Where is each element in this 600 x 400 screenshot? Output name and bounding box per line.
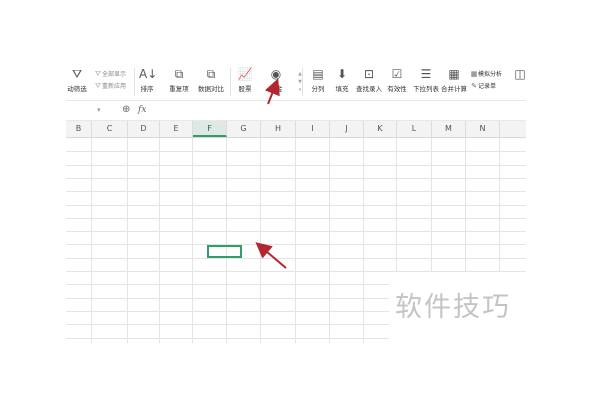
grid-column-line: [226, 138, 227, 343]
data-compare-button[interactable]: ⧉ 数据对比: [194, 64, 228, 100]
grid-row-line: [66, 298, 389, 299]
zoom-icon[interactable]: ⊕: [122, 104, 130, 115]
grid-row-line: [66, 205, 526, 206]
fund-button[interactable]: ◉ 基金: [264, 64, 288, 100]
formula-bar: ▾ ⊕ fx: [66, 104, 526, 121]
dropdown-list-icon: ☰: [420, 67, 432, 81]
grid-column-line: [159, 138, 160, 343]
filter-icon: ⛛: [71, 67, 83, 81]
grid-row-line: [66, 231, 526, 232]
grid-column-line: [192, 138, 193, 343]
simulation-analysis-button[interactable]: ▦模拟分析: [470, 69, 502, 80]
grid-column-line: [363, 138, 364, 343]
grid-row-line: [66, 271, 526, 272]
grid-row-line: [66, 311, 389, 312]
simulation-icon: ▦: [470, 70, 478, 78]
compare-icon: ⧉: [206, 67, 216, 81]
column-header-c[interactable]: C: [92, 121, 128, 137]
watermark: 软件技巧: [395, 292, 511, 323]
grid-row-line: [66, 258, 526, 259]
validity-button[interactable]: ☑ 有效性: [384, 64, 410, 100]
refresh-filter-icon: ⛛: [95, 82, 101, 90]
consolidate-button[interactable]: ▦ 合并计算: [440, 64, 468, 100]
fill-icon: ⬇: [336, 67, 348, 81]
grid-row-line: [66, 284, 389, 285]
column-header-d[interactable]: D: [128, 121, 160, 137]
column-header-g[interactable]: G: [227, 121, 261, 137]
column-header-j[interactable]: J: [330, 121, 364, 137]
record-form-button[interactable]: ✎记录单: [470, 81, 496, 92]
column-header-l[interactable]: L: [397, 121, 432, 137]
grid-row-line: [66, 324, 389, 325]
lookup-entry-button[interactable]: ⊡ 查找录入: [354, 64, 384, 100]
filter-clear-icon: ⛛: [95, 70, 101, 78]
column-header-k[interactable]: K: [364, 121, 397, 137]
ribbon-separator: [230, 68, 231, 96]
record-icon: ✎: [471, 82, 477, 90]
ribbon-divider: [66, 100, 526, 101]
grid-column-line: [91, 138, 92, 343]
fill-button[interactable]: ⬇ 填充: [330, 64, 354, 100]
dropdown-list-button[interactable]: ☰ 下拉列表: [412, 64, 440, 100]
grid-row-line: [66, 165, 526, 166]
grid-row-line: [66, 178, 526, 179]
show-all-button[interactable]: ⛛全部显示: [94, 69, 126, 80]
column-header-m[interactable]: M: [432, 121, 466, 137]
duplicates-button[interactable]: ⧉ 重复项: [164, 64, 194, 100]
stock-button[interactable]: 📈 股票: [232, 64, 258, 100]
reapply-button[interactable]: ⛛重新应用: [94, 81, 126, 92]
duplicates-icon: ⧉: [174, 67, 184, 81]
column-header-f[interactable]: F: [193, 121, 227, 137]
grid-row-line: [66, 151, 526, 152]
column-header-h[interactable]: H: [261, 121, 296, 137]
grid-row-line: [66, 338, 389, 339]
fund-icon: ◉: [270, 67, 282, 81]
function-icon[interactable]: fx: [138, 105, 146, 115]
grid-row-line: [66, 244, 526, 245]
grid-column-line: [127, 138, 128, 343]
split-icon: ▤: [312, 67, 324, 81]
validity-icon: ☑: [391, 67, 403, 81]
column-header-e[interactable]: E: [160, 121, 193, 137]
grid-row-line: [66, 218, 526, 219]
grid-column-line: [260, 138, 261, 343]
stock-chart-icon: 📈: [237, 67, 253, 81]
sort-button[interactable]: A↓ 排序: [136, 64, 158, 100]
more-icon: ◫: [514, 67, 526, 81]
grid-column-line: [295, 138, 296, 343]
split-column-button[interactable]: ▤ 分列: [306, 64, 330, 100]
column-header-b[interactable]: B: [66, 121, 92, 137]
consolidate-icon: ▦: [448, 67, 460, 81]
auto-filter-button[interactable]: ⛛ 动筛选: [66, 64, 88, 100]
lookup-icon: ⊡: [363, 67, 375, 81]
ribbon-separator: [134, 68, 135, 96]
more-button[interactable]: ◫: [514, 64, 526, 100]
grid-row-line: [66, 191, 526, 192]
column-header-n[interactable]: N: [466, 121, 500, 137]
column-header-i[interactable]: I: [296, 121, 330, 137]
sort-icon: A↓: [139, 67, 158, 81]
name-box-dropdown-icon[interactable]: ▾: [97, 106, 101, 114]
ribbon-scroll-arrows[interactable]: ▲ ▼ ▾: [296, 70, 304, 96]
active-cell[interactable]: [207, 245, 242, 258]
grid-column-line: [329, 138, 330, 343]
